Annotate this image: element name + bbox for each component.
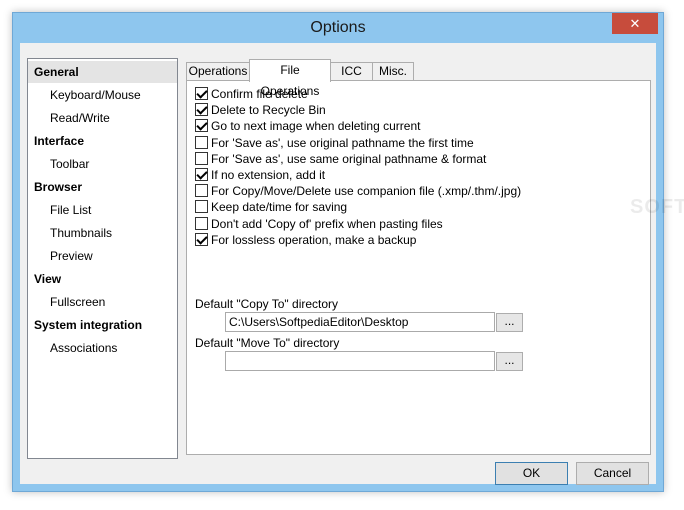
checkbox-unchecked[interactable] bbox=[195, 216, 208, 230]
option-label: Keep date/time for saving bbox=[211, 200, 348, 215]
option-row[interactable]: Keep date/time for saving bbox=[195, 199, 347, 215]
options-window: Options ✕ General Keyboard/Mouse Read/Writ… bbox=[12, 12, 684, 492]
sidebar-item-fullscreen[interactable]: Fullscreen bbox=[28, 291, 177, 313]
option-label: For 'Save as', use same original pathnam… bbox=[211, 151, 487, 166]
checkbox-checked[interactable] bbox=[195, 103, 208, 117]
sidebar-item-keyboard-mouse[interactable]: Keyboard/Mouse bbox=[28, 84, 177, 106]
option-row[interactable]: For 'Save as', use same original pathnam… bbox=[195, 151, 486, 167]
ok-button[interactable]: OK bbox=[495, 462, 568, 485]
category-tree[interactable]: General Keyboard/Mouse Read/Write Interface… bbox=[27, 58, 178, 459]
option-row[interactable]: Delete to Recycle Bin bbox=[195, 102, 326, 118]
move-to-browse-button[interactable]: ... bbox=[496, 352, 523, 371]
window-title: Options bbox=[310, 19, 366, 36]
dialog-client: General Keyboard/Mouse Read/Write Interface… bbox=[20, 43, 684, 485]
checkbox-unchecked[interactable] bbox=[195, 200, 208, 214]
option-label: Delete to Recycle Bin bbox=[211, 103, 326, 118]
tab-misc[interactable]: Misc. bbox=[372, 62, 414, 81]
checkbox-checked[interactable] bbox=[195, 232, 208, 246]
cancel-button[interactable]: Cancel bbox=[576, 462, 649, 485]
close-icon[interactable]: ✕ bbox=[612, 13, 658, 34]
sidebar-item-general[interactable]: General bbox=[28, 61, 177, 83]
sidebar-item-view[interactable]: View bbox=[28, 268, 177, 290]
tab-operations[interactable]: Operations bbox=[186, 62, 250, 81]
copy-to-label: Default "Copy To" directory bbox=[195, 297, 339, 311]
file-operations-panel: SOFTPEDIA Default "Copy To" directory C:… bbox=[186, 80, 684, 455]
option-row[interactable]: If no extension, add it bbox=[195, 167, 325, 183]
checkbox-checked[interactable] bbox=[195, 119, 208, 133]
option-row[interactable]: Go to next image when deleting current bbox=[195, 118, 420, 134]
sidebar-item-thumbnails[interactable]: Thumbnails bbox=[28, 222, 177, 244]
option-label: Don't add 'Copy of' prefix when pasting … bbox=[211, 216, 443, 231]
sidebar-item-interface[interactable]: Interface bbox=[28, 130, 177, 152]
sidebar-item-file-list[interactable]: File List bbox=[28, 199, 177, 221]
option-row[interactable]: For 'Save as', use original pathname the… bbox=[195, 135, 474, 151]
copy-to-input[interactable]: C:\Users\SoftpediaEditor\Desktop bbox=[225, 312, 495, 332]
option-label: For lossless operation, make a backup bbox=[211, 232, 417, 247]
sidebar-item-read-write[interactable]: Read/Write bbox=[28, 107, 177, 129]
move-to-label: Default "Move To" directory bbox=[195, 336, 340, 350]
tab-icc[interactable]: ICC bbox=[330, 62, 373, 81]
option-row[interactable]: Don't add 'Copy of' prefix when pasting … bbox=[195, 216, 443, 232]
checkbox-checked[interactable] bbox=[195, 87, 208, 100]
option-label: Go to next image when deleting current bbox=[211, 119, 421, 134]
sidebar-item-browser[interactable]: Browser bbox=[28, 176, 177, 198]
watermark: SOFTPEDIA bbox=[630, 196, 684, 218]
option-row[interactable]: For Copy/Move/Delete use companion file … bbox=[195, 183, 521, 199]
sidebar-item-associations[interactable]: Associations bbox=[28, 337, 177, 359]
title-bar[interactable]: Options ✕ bbox=[13, 13, 663, 43]
tab-file-operations[interactable]: File Operations bbox=[249, 59, 331, 98]
move-to-input[interactable] bbox=[225, 351, 495, 371]
option-row[interactable]: For lossless operation, make a backup bbox=[195, 232, 416, 248]
checkbox-unchecked[interactable] bbox=[195, 151, 208, 165]
sidebar-item-toolbar[interactable]: Toolbar bbox=[28, 153, 177, 175]
copy-to-browse-button[interactable]: ... bbox=[496, 313, 523, 332]
checkbox-checked[interactable] bbox=[195, 168, 208, 181]
option-label: For Copy/Move/Delete use companion file … bbox=[211, 184, 522, 199]
sidebar-item-preview[interactable]: Preview bbox=[28, 245, 177, 267]
option-label: If no extension, add it bbox=[211, 168, 326, 182]
checkbox-unchecked[interactable] bbox=[195, 135, 208, 149]
option-label: For 'Save as', use original pathname the… bbox=[211, 135, 474, 150]
sidebar-item-system-integration[interactable]: System integration bbox=[28, 314, 177, 336]
checkbox-unchecked[interactable] bbox=[195, 184, 208, 198]
